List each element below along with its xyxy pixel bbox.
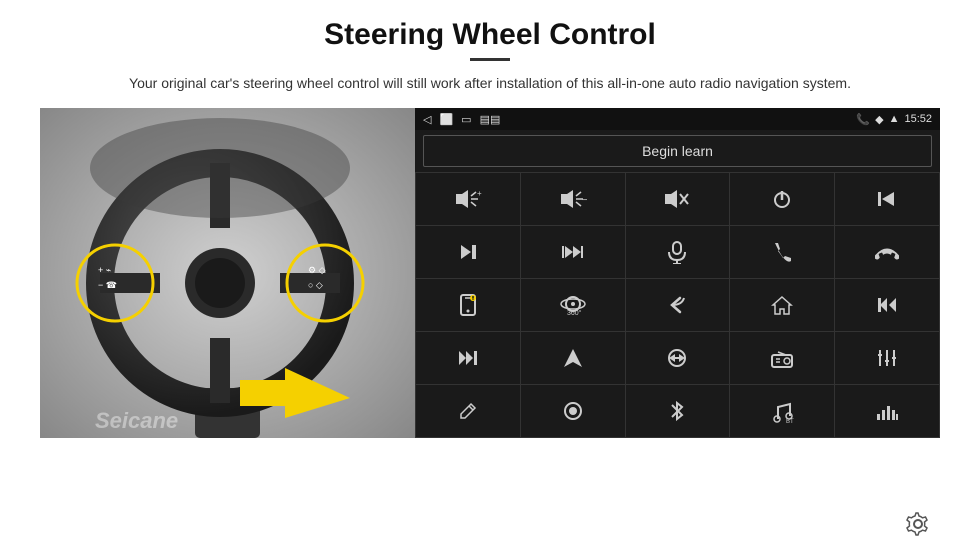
vol-up-button[interactable]: +	[416, 173, 520, 225]
prev-track-button[interactable]	[835, 173, 939, 225]
hangup-button[interactable]	[835, 226, 939, 278]
rewind-button[interactable]	[835, 279, 939, 331]
record-button[interactable]	[521, 385, 625, 437]
recents-nav-icon[interactable]: ▭	[461, 113, 471, 126]
svg-text:− ☎: − ☎	[98, 280, 117, 290]
svg-text:360°: 360°	[567, 309, 582, 317]
page-title: Steering Wheel Control	[324, 18, 656, 52]
vol-down-button[interactable]: −	[521, 173, 625, 225]
equalizer-button[interactable]	[835, 332, 939, 384]
phone-signal-icon: 📞	[856, 113, 870, 126]
swap-button[interactable]	[626, 332, 730, 384]
phone-source-button[interactable]	[416, 279, 520, 331]
fast-forward-button[interactable]	[521, 226, 625, 278]
view-360-button[interactable]: 360°	[521, 279, 625, 331]
page-wrapper: Steering Wheel Control Your original car…	[0, 0, 980, 546]
home-nav-icon[interactable]: ⬜	[439, 113, 453, 126]
title-divider	[470, 58, 510, 61]
navigate-button[interactable]	[521, 332, 625, 384]
bluetooth-button[interactable]	[626, 385, 730, 437]
svg-text:−: −	[582, 195, 587, 206]
call-button[interactable]	[730, 226, 834, 278]
begin-learn-button[interactable]: Begin learn	[423, 135, 932, 167]
svg-text:⚙ ◇: ⚙ ◇	[308, 265, 326, 275]
status-bar: ◁ ⬜ ▭ ▤▤ 📞 ◆ ▲ 15:52	[415, 108, 940, 130]
settings-button[interactable]	[900, 506, 936, 542]
status-bar-left: ◁ ⬜ ▭ ▤▤	[423, 113, 500, 126]
power-button[interactable]	[730, 173, 834, 225]
signal-icon: ▲	[889, 113, 900, 125]
edit-button[interactable]	[416, 385, 520, 437]
icon-grid: + −	[415, 172, 940, 438]
steering-wheel-image: + ⌁ − ☎ ⚙ ◇ ○ ◇ Seicane	[40, 108, 415, 438]
home-nav-button[interactable]	[730, 279, 834, 331]
gear-icon	[904, 510, 932, 538]
content-row: + ⌁ − ☎ ⚙ ◇ ○ ◇ Seicane ◁ ⬜ ▭ ▤▤	[40, 108, 940, 546]
page-subtitle: Your original car's steering wheel contr…	[129, 73, 851, 94]
status-bar-right: 📞 ◆ ▲ 15:52	[856, 113, 932, 126]
spectrum-button[interactable]	[835, 385, 939, 437]
next-button[interactable]	[416, 226, 520, 278]
svg-text:○ ◇: ○ ◇	[308, 280, 323, 290]
time-display: 15:52	[904, 113, 932, 125]
back-nav-button[interactable]	[626, 279, 730, 331]
mic-button[interactable]	[626, 226, 730, 278]
svg-text:Seicane: Seicane	[95, 408, 178, 433]
svg-text:BT: BT	[786, 419, 794, 423]
music-button[interactable]: BT	[730, 385, 834, 437]
svg-text:+: +	[477, 189, 482, 198]
skip-forward-button[interactable]	[416, 332, 520, 384]
mute-button[interactable]	[626, 173, 730, 225]
svg-text:+ ⌁: + ⌁	[98, 265, 111, 275]
radio-button[interactable]	[730, 332, 834, 384]
android-screen: ◁ ⬜ ▭ ▤▤ 📞 ◆ ▲ 15:52 Begin learn	[415, 108, 940, 438]
sim-icon: ▤▤	[480, 113, 501, 126]
back-nav-icon[interactable]: ◁	[423, 113, 431, 126]
wifi-icon: ◆	[875, 113, 883, 126]
